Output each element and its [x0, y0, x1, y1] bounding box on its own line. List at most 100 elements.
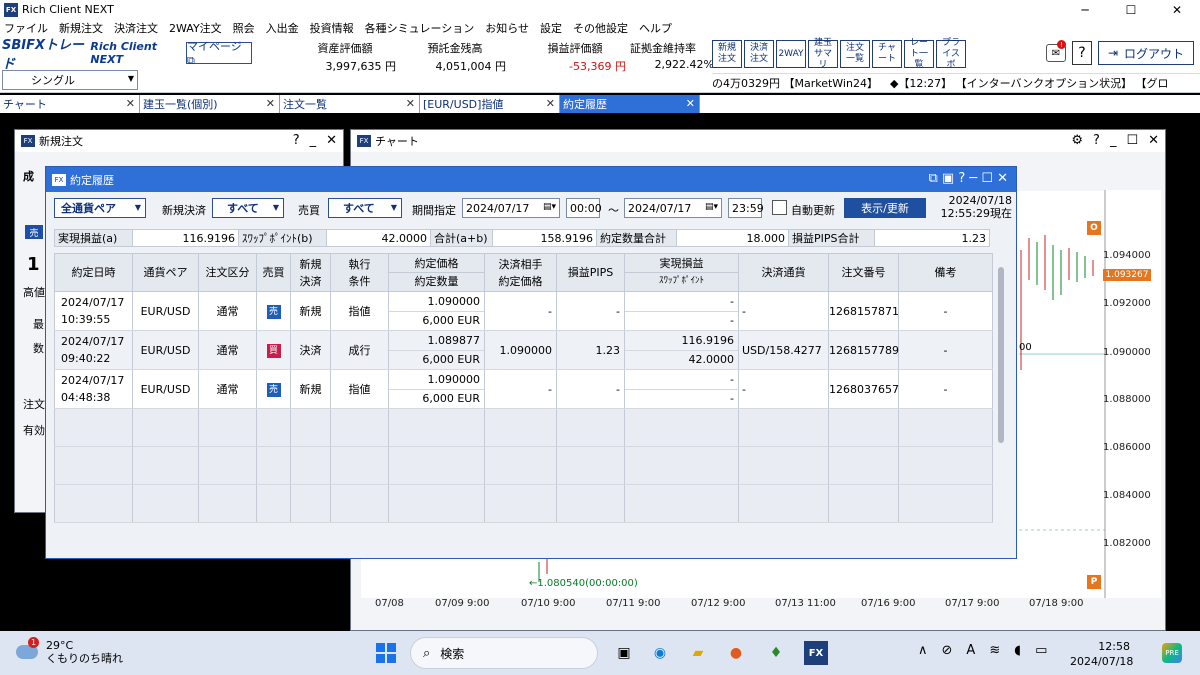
edge-icon[interactable]: ◉ — [648, 641, 672, 665]
tab-positions[interactable]: 建玉一覧(個別) ✕ — [140, 95, 280, 113]
quick-rate-list-button[interactable]: レート一覧 — [904, 38, 934, 70]
tab-order-list[interactable]: 注文一覧 ✕ — [280, 95, 420, 113]
time-to-input[interactable]: 23:59 — [728, 198, 764, 218]
table-row[interactable]: 2024/07/17 10:39:55 EUR/USD 通常 売 新規 指値 1.… — [54, 291, 993, 331]
menu-settings[interactable]: 設定 — [540, 20, 562, 36]
quick-chart-button[interactable]: チャート — [872, 40, 902, 68]
window-controls[interactable]: ⧉ ▣ ? ─ ☐ ✕ — [929, 171, 1009, 186]
close-button[interactable]: ✕ — [1154, 0, 1200, 19]
auto-update-checkbox[interactable] — [772, 200, 787, 215]
col-remarks[interactable]: 備考 — [898, 253, 993, 292]
folder-icon[interactable]: ▰ — [686, 641, 710, 665]
side-select[interactable]: すべて ▼ — [328, 198, 402, 218]
quick-priceboard-button[interactable]: プライスボ — [936, 38, 966, 70]
stat-asset-value: 3,997,635 円 — [325, 60, 396, 73]
col-pips[interactable]: 損益PIPS — [556, 253, 625, 292]
table-row[interactable]: 2024/07/17 04:48:38 EUR/USD 通常 売 新規 指値 1.… — [54, 369, 993, 409]
col-counter-price[interactable]: 決済相手 約定価格 — [484, 253, 557, 292]
x-tick-label: 07/12 9:00 — [691, 598, 746, 609]
menu-2way-order[interactable]: 2WAY注文 — [169, 20, 222, 36]
tab-eurusd-limit[interactable]: [EUR/USD]指値 ✕ — [420, 95, 560, 113]
ime-indicator[interactable]: A — [966, 643, 975, 658]
taskbar-clock[interactable]: 12:58 2024/07/18 — [1070, 639, 1133, 669]
col-order-no[interactable]: 注文番号 — [828, 253, 899, 292]
y-tick-label: 1.092000 — [1103, 298, 1151, 309]
pair-select[interactable]: 全通貨ペア ▼ — [54, 198, 146, 218]
minimize-icon[interactable]: _ — [1110, 133, 1117, 148]
close-icon[interactable]: ✕ — [406, 97, 415, 110]
minimize-icon[interactable]: _ — [310, 133, 317, 148]
col-datetime[interactable]: 約定日時 — [54, 253, 133, 292]
table-row[interactable]: 2024/07/17 09:40:22 EUR/USD 通常 買 決済 成行 1.… — [54, 330, 993, 370]
col-order-type[interactable]: 注文区分 — [198, 253, 257, 292]
close-icon[interactable]: ✕ — [326, 133, 337, 148]
quick-close-order-button[interactable]: 決済注文 — [744, 40, 774, 68]
tab-execution-history[interactable]: 約定履歴 ✕ — [560, 95, 700, 113]
close-icon[interactable]: ✕ — [1148, 133, 1159, 148]
close-icon[interactable]: ✕ — [266, 97, 275, 110]
quick-position-summary-button[interactable]: 建玉サマリ — [808, 38, 838, 70]
help-icon[interactable]: ? — [1093, 133, 1100, 148]
maximize-button[interactable]: ☐ — [1108, 0, 1154, 19]
col-pair[interactable]: 通貨ペア — [132, 253, 199, 292]
help-button[interactable]: ? — [1072, 41, 1092, 65]
volume-icon[interactable]: ◖ — [1014, 643, 1021, 658]
network-off-icon[interactable]: ⊘ — [942, 643, 953, 658]
cell-date: 2024/07/17 — [61, 374, 125, 387]
weather-widget[interactable]: 1 29°C くもりのち晴れ — [16, 637, 123, 665]
calendar-icon[interactable]: ▤▾ — [543, 202, 556, 212]
menu-investment-info[interactable]: 投資情報 — [310, 20, 354, 36]
col-newclose[interactable]: 新規 決済 — [290, 253, 331, 292]
col-realized-swap[interactable]: 実現損益 ｽﾜｯﾌﾟﾎﾟｲﾝﾄ — [624, 253, 739, 292]
menu-close-order[interactable]: 決済注文 — [114, 20, 158, 36]
col-side[interactable]: 売買 — [256, 253, 291, 292]
close-icon[interactable]: ✕ — [686, 97, 695, 110]
gear-icon[interactable]: ⚙ — [1071, 133, 1083, 148]
quick-new-order-button[interactable]: 新規注文 — [712, 40, 742, 68]
menu-help[interactable]: ヘルプ — [639, 20, 672, 36]
date-from-input[interactable]: 2024/07/17 ▤▾ — [462, 198, 560, 218]
firefox-icon[interactable]: ● — [724, 641, 748, 665]
col-price-qty[interactable]: 約定価格 約定数量 — [388, 253, 485, 292]
notification-center-icon[interactable]: PRE — [1162, 643, 1182, 663]
cell-realized: - — [625, 370, 738, 390]
help-icon[interactable]: ? — [293, 133, 300, 148]
table-scrollbar[interactable] — [998, 267, 1004, 443]
app-icon[interactable]: ♦ — [764, 641, 788, 665]
maximize-icon[interactable]: ☐ — [1126, 133, 1138, 148]
tab-chart[interactable]: チャート ✕ — [0, 95, 140, 113]
calendar-icon[interactable]: ▤▾ — [705, 202, 718, 212]
account-select[interactable]: シングル ▼ — [2, 70, 138, 90]
quick-2way-button[interactable]: 2WAY — [776, 40, 806, 68]
taskbar-search[interactable]: ⌕ 検索 — [410, 637, 598, 669]
date-to-input[interactable]: 2024/07/17 ▤▾ — [624, 198, 722, 218]
logout-button[interactable]: ⇥ ログアウト — [1098, 41, 1194, 65]
cell-newclose: 新規 — [290, 291, 331, 331]
menu-notices[interactable]: お知らせ — [485, 20, 529, 36]
fx-app-icon[interactable]: FX — [804, 641, 828, 665]
close-icon[interactable]: ✕ — [126, 97, 135, 110]
col-settle-ccy[interactable]: 決済通貨 — [738, 253, 829, 292]
col-exec-condition[interactable]: 執行 条件 — [330, 253, 389, 292]
col-exec-1: 執行 — [348, 257, 371, 271]
task-view-icon[interactable]: ▣ — [612, 641, 636, 665]
chevron-up-icon[interactable]: ∧ — [918, 643, 928, 658]
menu-other-settings[interactable]: その他設定 — [573, 20, 628, 36]
start-button[interactable] — [376, 643, 396, 663]
refresh-button[interactable]: 表示/更新 — [844, 198, 926, 218]
minimize-button[interactable]: ─ — [1062, 0, 1108, 19]
cell-counter: - — [484, 369, 557, 409]
menu-inquiry[interactable]: 照会 — [233, 20, 255, 36]
newclose-select[interactable]: すべて ▼ — [212, 198, 284, 218]
battery-icon[interactable]: ▭ — [1035, 643, 1047, 658]
y-tick-label: 1.090000 — [1103, 347, 1151, 358]
menu-simulation[interactable]: 各種シミュレーション — [365, 20, 475, 36]
news-ticker[interactable]: の4万0329円 【MarketWin24】 ◆【12:27】 【インターバンク… — [712, 73, 1200, 91]
wifi-icon[interactable]: ≋ — [989, 643, 1000, 658]
cell-realized-swap: -- — [624, 291, 739, 331]
mypage-button[interactable]: マイページ ⧉ — [186, 40, 252, 67]
menu-deposit[interactable]: 入出金 — [266, 20, 299, 36]
quick-order-list-button[interactable]: 注文一覧 — [840, 40, 870, 68]
time-from-input[interactable]: 00:00 — [566, 198, 602, 218]
close-icon[interactable]: ✕ — [546, 97, 555, 110]
